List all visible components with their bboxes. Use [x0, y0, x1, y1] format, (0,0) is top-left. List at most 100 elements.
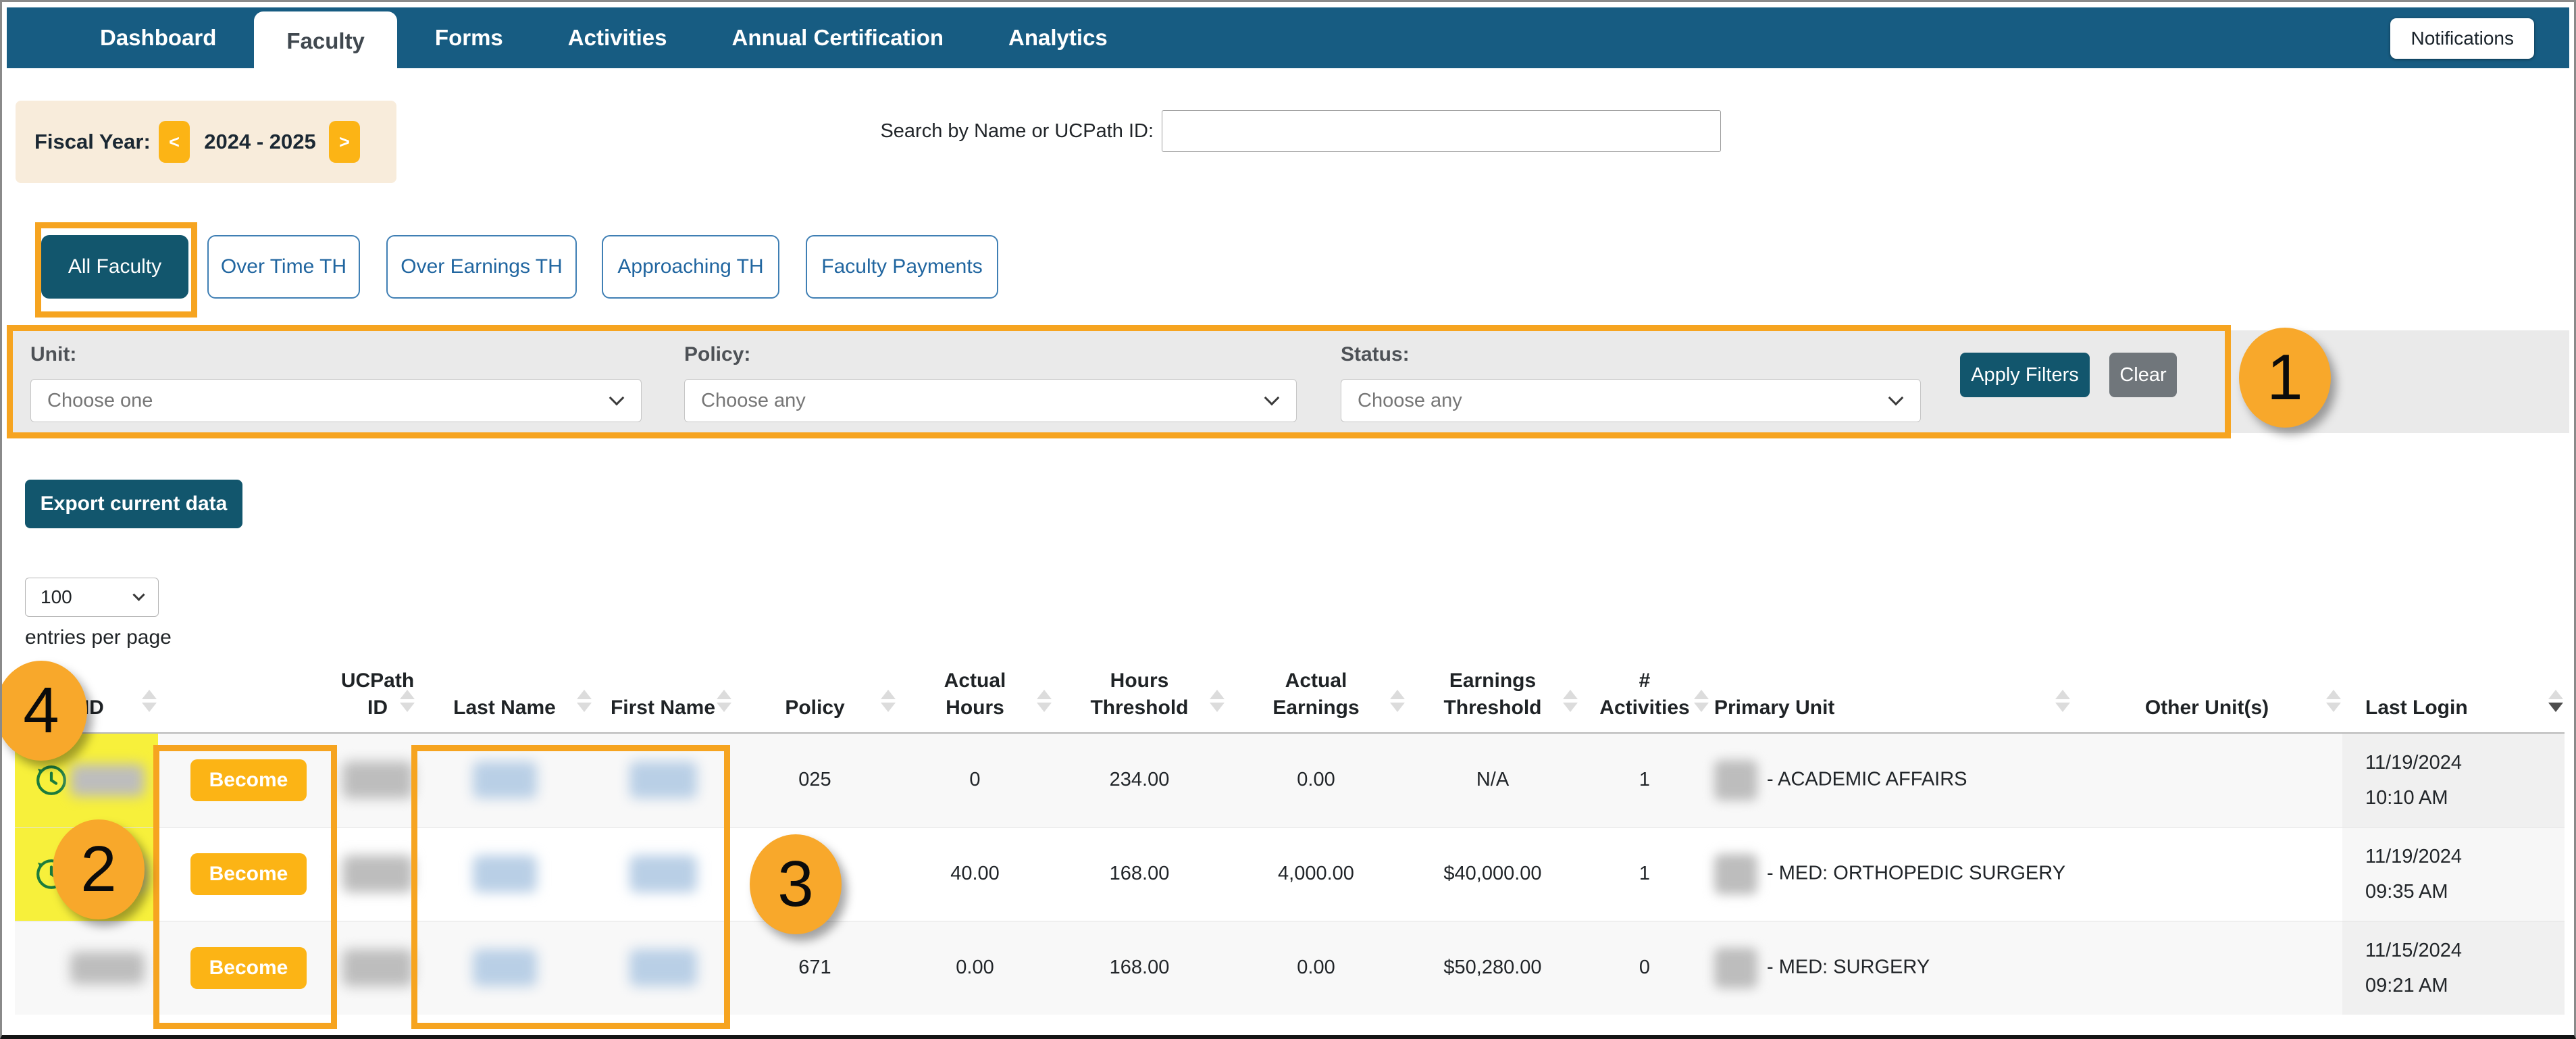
actual-hours-cell: 40.00 — [897, 827, 1053, 921]
faculty-table: UID UCPath ID Last Name First Name Polic… — [15, 667, 2565, 1015]
become-button[interactable]: Become — [190, 759, 307, 801]
redacted-unit-code — [1714, 948, 1757, 988]
primary-unit-cell: - ACADEMIC AFFAIRS — [1710, 733, 2071, 827]
table-row: Become 671 0.00 168.00 0.00 $50,280.00 0… — [15, 921, 2565, 1015]
earnings-threshold-cell: $50,280.00 — [1406, 921, 1579, 1015]
column-header-policy[interactable]: Policy — [733, 667, 897, 733]
uid-cell — [15, 733, 158, 827]
policy-select-value: Choose any — [701, 380, 806, 422]
column-header-hours-threshold[interactable]: Hours Threshold — [1053, 667, 1226, 733]
redacted-first-name-link[interactable] — [629, 761, 697, 799]
last-name-cell — [416, 921, 593, 1015]
hours-threshold-cell: 168.00 — [1053, 827, 1226, 921]
column-header-ucpath-id[interactable]: UCPath ID — [339, 667, 416, 733]
earnings-threshold-cell: $40,000.00 — [1406, 827, 1579, 921]
sort-icon[interactable] — [2055, 690, 2070, 712]
filter-tab-faculty-payments[interactable]: Faculty Payments — [806, 235, 998, 299]
first-name-cell — [593, 733, 733, 827]
activities-cell: 0 — [1579, 921, 1710, 1015]
last-login-cell: 11/19/202410:10 AM — [2342, 733, 2565, 827]
actual-earnings-cell: 0.00 — [1226, 733, 1406, 827]
column-header-activities[interactable]: # Activities — [1579, 667, 1710, 733]
column-header-uid[interactable]: UID — [15, 667, 158, 733]
sort-icon[interactable] — [1563, 690, 1578, 712]
uid-cell — [15, 921, 158, 1015]
actual-hours-cell: 0.00 — [897, 921, 1053, 1015]
filter-tab-approaching-th[interactable]: Approaching TH — [602, 235, 779, 299]
filter-tab-over-earnings-th[interactable]: Over Earnings TH — [386, 235, 577, 299]
apply-filters-button[interactable]: Apply Filters — [1960, 353, 2090, 397]
history-clock-icon — [32, 855, 70, 893]
unit-filter-label: Unit: — [30, 343, 76, 366]
column-header-actual-hours[interactable]: Actual Hours — [897, 667, 1053, 733]
entries-per-page-select[interactable]: 100 — [25, 578, 159, 617]
nav-tab-forms[interactable]: Forms — [408, 7, 530, 68]
column-header-earnings-threshold[interactable]: Earnings Threshold — [1406, 667, 1579, 733]
unit-select-value: Choose one — [47, 380, 153, 422]
become-cell: Become — [158, 921, 339, 1015]
become-button[interactable]: Become — [190, 853, 307, 895]
top-nav-bar: Dashboard Faculty Forms Activities Annua… — [7, 7, 2569, 68]
first-name-cell — [593, 827, 733, 921]
other-units-cell — [2071, 827, 2342, 921]
become-cell: Become — [158, 827, 339, 921]
ucpath-id-cell — [339, 921, 416, 1015]
filter-tab-all-faculty[interactable]: All Faculty — [41, 235, 188, 299]
chevron-down-icon — [1888, 390, 1904, 406]
nav-tabs: Dashboard Faculty Forms Activities Annua… — [73, 7, 1145, 68]
sort-icon[interactable] — [1037, 690, 1052, 712]
column-header-first-name[interactable]: First Name — [593, 667, 733, 733]
fiscal-year-label: Fiscal Year: — [34, 101, 151, 183]
sort-icon[interactable] — [2326, 690, 2341, 712]
sort-icon[interactable] — [2548, 690, 2563, 712]
actual-earnings-cell: 4,000.00 — [1226, 827, 1406, 921]
primary-unit-cell: - MED: SURGERY — [1710, 921, 2071, 1015]
redacted-last-name-link[interactable] — [473, 949, 537, 986]
column-header-become — [158, 667, 339, 733]
sort-icon[interactable] — [1210, 690, 1225, 712]
become-cell: Become — [158, 733, 339, 827]
redacted-last-name-link[interactable] — [473, 855, 537, 892]
column-header-last-name[interactable]: Last Name — [416, 667, 593, 733]
nav-tab-dashboard[interactable]: Dashboard — [73, 7, 243, 68]
status-select[interactable]: Choose any — [1341, 379, 1921, 422]
become-button[interactable]: Become — [190, 947, 307, 989]
sort-icon[interactable] — [400, 690, 415, 712]
fiscal-year-next-button[interactable]: > — [329, 121, 360, 163]
unit-select[interactable]: Choose one — [30, 379, 642, 422]
nav-tab-analytics[interactable]: Analytics — [981, 7, 1135, 68]
redacted-first-name-link[interactable] — [629, 949, 697, 986]
redacted-last-name-link[interactable] — [473, 761, 537, 799]
nav-tab-activities[interactable]: Activities — [541, 7, 694, 68]
ucpath-id-cell — [339, 827, 416, 921]
search-input[interactable] — [1162, 110, 1721, 152]
actual-earnings-cell: 0.00 — [1226, 921, 1406, 1015]
sort-icon[interactable] — [142, 690, 157, 712]
sort-icon[interactable] — [1694, 690, 1709, 712]
nav-tab-annual-certification[interactable]: Annual Certification — [705, 7, 971, 68]
sort-icon[interactable] — [717, 690, 731, 712]
hours-threshold-cell: 168.00 — [1053, 921, 1226, 1015]
sort-icon[interactable] — [881, 690, 896, 712]
policy-select[interactable]: Choose any — [684, 379, 1297, 422]
filter-tab-over-time-th[interactable]: Over Time TH — [207, 235, 360, 299]
column-header-primary-unit[interactable]: Primary Unit — [1710, 667, 2071, 733]
primary-unit-cell: - MED: ORTHOPEDIC SURGERY — [1710, 827, 2071, 921]
redacted-first-name-link[interactable] — [629, 855, 697, 892]
nav-tab-faculty[interactable]: Faculty — [254, 11, 397, 71]
activities-cell: 1 — [1579, 827, 1710, 921]
policy-cell — [733, 827, 897, 921]
fiscal-year-value: 2024 - 2025 — [199, 101, 321, 183]
redacted-unit-code — [1714, 854, 1757, 894]
column-header-other-units[interactable]: Other Unit(s) — [2071, 667, 2342, 733]
sort-icon[interactable] — [1390, 690, 1405, 712]
export-current-data-button[interactable]: Export current data — [25, 480, 242, 528]
column-header-last-login[interactable]: Last Login — [2342, 667, 2565, 733]
sort-icon[interactable] — [577, 690, 592, 712]
column-header-actual-earnings[interactable]: Actual Earnings — [1226, 667, 1406, 733]
table-header-row: UID UCPath ID Last Name First Name Polic… — [15, 667, 2565, 733]
clear-filters-button[interactable]: Clear — [2109, 353, 2177, 397]
faculty-admin-page: Dashboard Faculty Forms Activities Annua… — [0, 0, 2576, 1039]
fiscal-year-prev-button[interactable]: < — [159, 121, 190, 163]
notifications-button[interactable]: Notifications — [2390, 18, 2534, 59]
